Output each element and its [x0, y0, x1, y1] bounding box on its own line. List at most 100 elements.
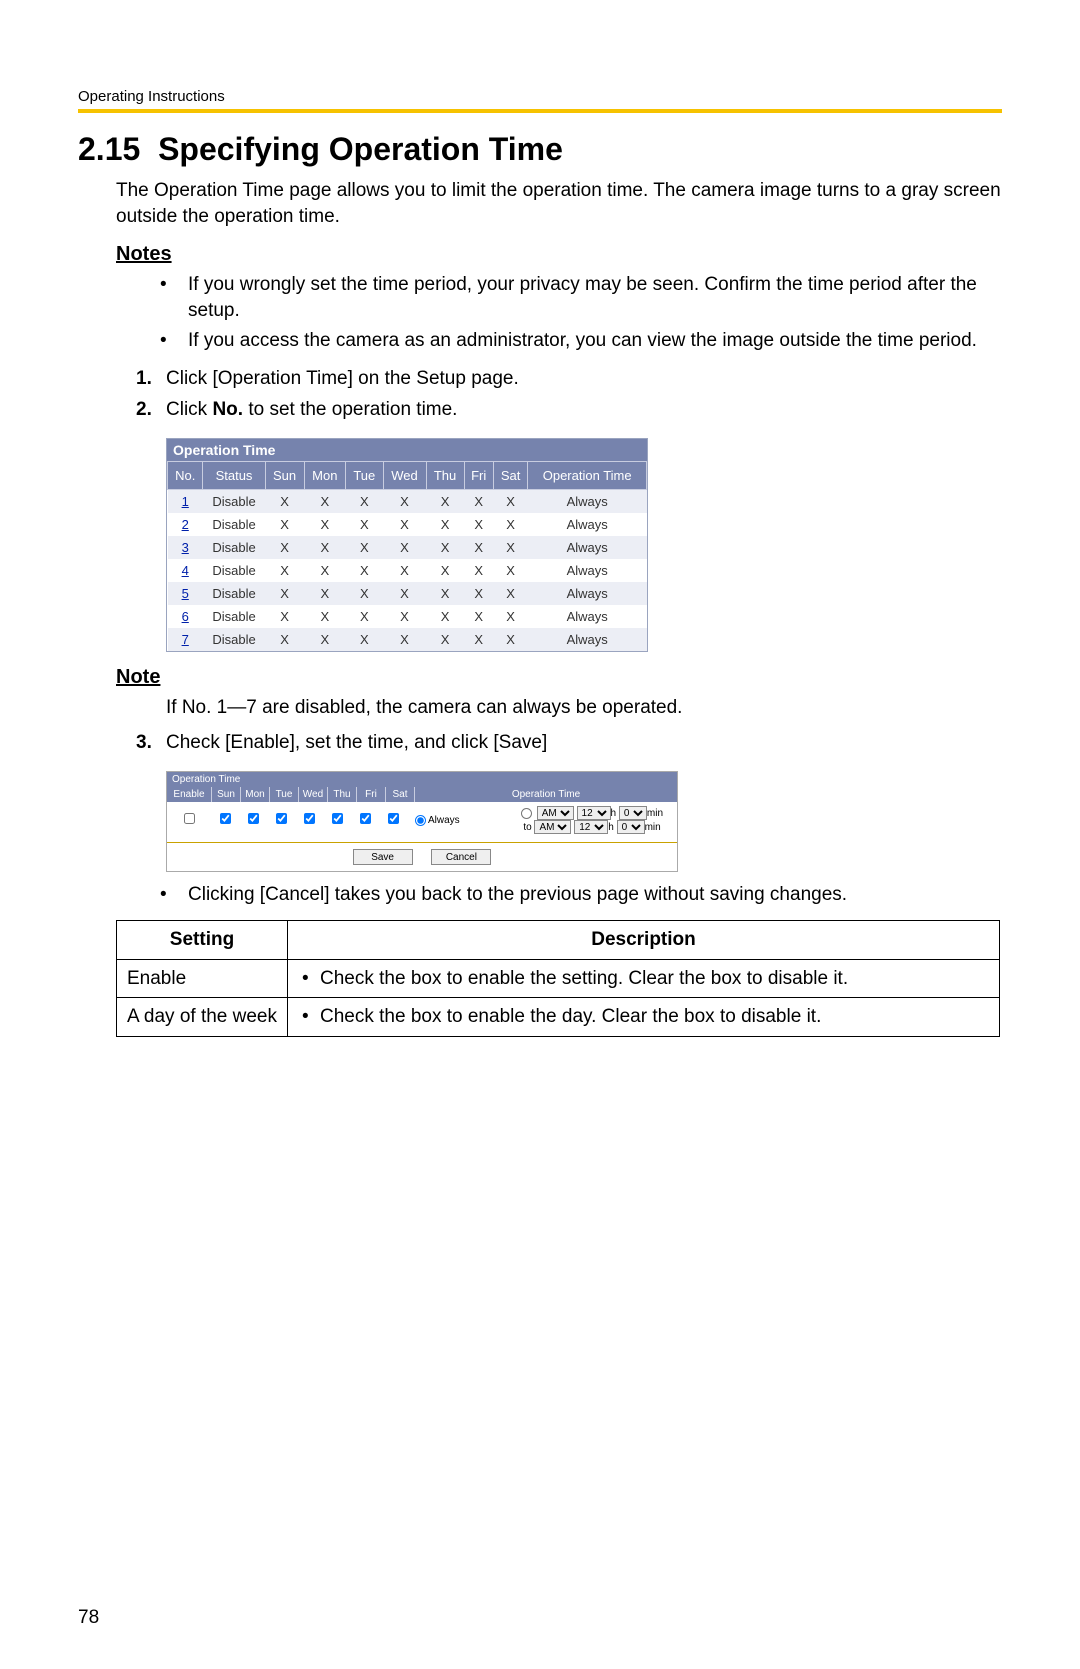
ot1-col-mon: Mon — [304, 462, 346, 490]
section-title-text: Specifying Operation Time — [158, 131, 563, 167]
row-optime: Always — [528, 605, 647, 628]
row-day-cell: X — [383, 605, 426, 628]
row-day-cell: X — [426, 628, 464, 651]
min-label: min — [647, 808, 663, 819]
ot2-col-sat: Sat — [386, 787, 415, 802]
row-day-cell: X — [426, 490, 464, 514]
note-heading-2: Note — [116, 666, 1002, 689]
row-day-cell: X — [346, 628, 383, 651]
to-ampm-select[interactable]: AM — [534, 820, 571, 834]
step-2: Click No. to set the operation time. — [136, 396, 1002, 425]
enable-checkbox[interactable] — [184, 813, 195, 824]
header-divider — [78, 109, 1002, 113]
ot2-col-mon: Mon — [241, 787, 270, 802]
ot1-table: No. Status Sun Mon Tue Wed Thu Fri Sat O… — [167, 461, 647, 651]
row-status: Disable — [203, 559, 265, 582]
row-day-cell: X — [383, 582, 426, 605]
row-status: Disable — [203, 513, 265, 536]
row-day-cell: X — [346, 490, 383, 514]
ot2-col-wed: Wed — [299, 787, 328, 802]
save-button[interactable]: Save — [353, 849, 413, 865]
row-day-cell: X — [346, 582, 383, 605]
row-day-cell: X — [426, 536, 464, 559]
from-min-select[interactable]: 0 — [619, 806, 647, 820]
row-day-cell: X — [383, 513, 426, 536]
ot2-col-sun: Sun — [212, 787, 241, 802]
row-day-cell: X — [493, 536, 528, 559]
tue-checkbox[interactable] — [276, 813, 287, 824]
row-day-cell: X — [383, 490, 426, 514]
note-item: If you wrongly set the time period, your… — [188, 272, 1002, 323]
row-day-cell: X — [426, 582, 464, 605]
row-day-cell: X — [304, 513, 346, 536]
to-min-select[interactable]: 0 — [617, 820, 645, 834]
row-day-cell: X — [383, 628, 426, 651]
row-day-cell: X — [304, 536, 346, 559]
row-status: Disable — [203, 536, 265, 559]
ot1-col-sat: Sat — [493, 462, 528, 490]
table-row: 5DisableXXXXXXXAlways — [168, 582, 647, 605]
ot2-col-tue: Tue — [270, 787, 299, 802]
row-day-cell: X — [346, 513, 383, 536]
section-number: 2.15 — [78, 131, 140, 167]
row-day-cell: X — [426, 605, 464, 628]
table-row: 3DisableXXXXXXXAlways — [168, 536, 647, 559]
row-day-cell: X — [464, 559, 493, 582]
table-row: 7DisableXXXXXXXAlways — [168, 628, 647, 651]
ot1-col-wed: Wed — [383, 462, 426, 490]
thu-checkbox[interactable] — [332, 813, 343, 824]
row-day-cell: X — [464, 628, 493, 651]
desc-header-description: Description — [288, 920, 1000, 959]
table-row: 6DisableXXXXXXXAlways — [168, 605, 647, 628]
cancel-button[interactable]: Cancel — [431, 849, 491, 865]
row-day-cell: X — [426, 513, 464, 536]
page-number: 78 — [78, 1607, 99, 1629]
mon-checkbox[interactable] — [248, 813, 259, 824]
row-no-link[interactable]: 3 — [182, 540, 189, 555]
row-status: Disable — [203, 628, 265, 651]
row-optime: Always — [528, 582, 647, 605]
to-hour-select[interactable]: 12 — [574, 820, 608, 834]
row-day-cell: X — [265, 513, 304, 536]
ot1-col-optime: Operation Time — [528, 462, 647, 490]
row-day-cell: X — [464, 582, 493, 605]
row-no-link[interactable]: 5 — [182, 586, 189, 601]
section-intro: The Operation Time page allows you to li… — [116, 178, 1002, 229]
row-day-cell: X — [346, 605, 383, 628]
ot1-col-fri: Fri — [464, 462, 493, 490]
note-body-2: If No. 1—7 are disabled, the camera can … — [166, 695, 1002, 721]
always-radio[interactable] — [415, 815, 426, 826]
row-day-cell: X — [426, 559, 464, 582]
from-hour-select[interactable]: 12 — [577, 806, 611, 820]
step-2a: Click — [166, 399, 212, 420]
row-no-link[interactable]: 4 — [182, 563, 189, 578]
settings-description-table: Setting Description Enable Check the box… — [116, 920, 1000, 1037]
row-day-cell: X — [464, 605, 493, 628]
h-label: h — [611, 808, 617, 819]
desc-row-2-setting: A day of the week — [117, 998, 288, 1037]
row-day-cell: X — [493, 490, 528, 514]
row-status: Disable — [203, 605, 265, 628]
row-day-cell: X — [493, 559, 528, 582]
row-day-cell: X — [265, 582, 304, 605]
ot1-col-tue: Tue — [346, 462, 383, 490]
fri-checkbox[interactable] — [360, 813, 371, 824]
always-label: Always — [428, 815, 460, 826]
row-no-link[interactable]: 2 — [182, 517, 189, 532]
row-no-link[interactable]: 7 — [182, 632, 189, 647]
from-ampm-select[interactable]: AM — [537, 806, 574, 820]
ot1-col-no: No. — [168, 462, 203, 490]
sat-checkbox[interactable] — [388, 813, 399, 824]
row-optime: Always — [528, 513, 647, 536]
row-no-link[interactable]: 1 — [182, 494, 189, 509]
ot1-col-thu: Thu — [426, 462, 464, 490]
row-no-link[interactable]: 6 — [182, 609, 189, 624]
sun-checkbox[interactable] — [220, 813, 231, 824]
row-day-cell: X — [265, 605, 304, 628]
time-range-radio[interactable] — [521, 808, 532, 819]
wed-checkbox[interactable] — [304, 813, 315, 824]
row-day-cell: X — [304, 605, 346, 628]
ot2-col-enable: Enable — [167, 787, 212, 802]
row-day-cell: X — [346, 559, 383, 582]
table-row: 1DisableXXXXXXXAlways — [168, 490, 647, 514]
